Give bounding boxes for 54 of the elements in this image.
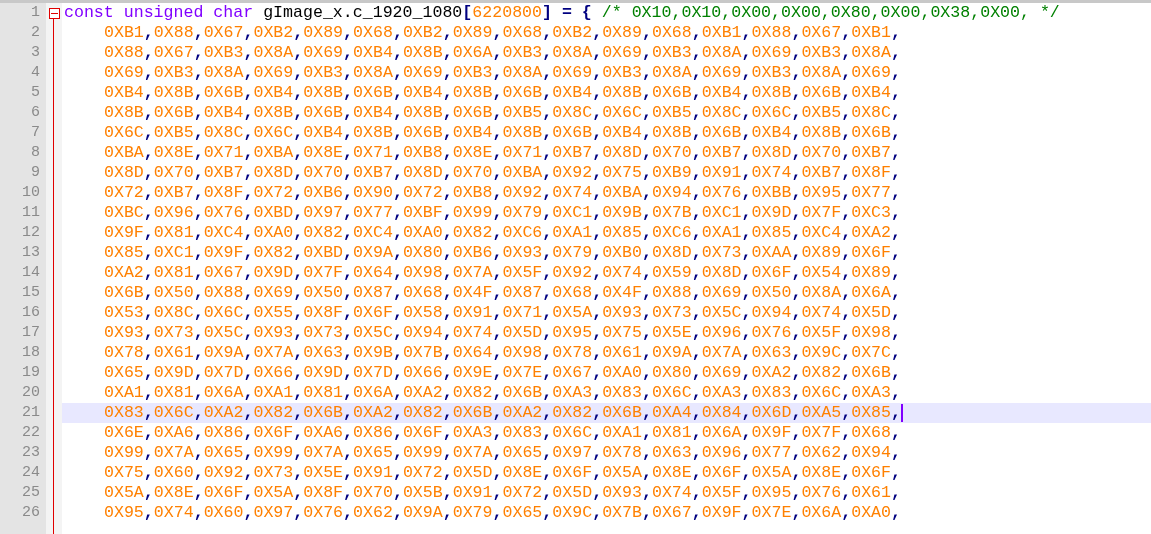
line-number: 17 bbox=[22, 323, 40, 343]
code-line: 0X6E,0XA6,0X86,0X6F,0XA6,0X86,0X6F,0XA3,0X83,0X6C,0XA1,0X81,0X6A,0X9F,0X7F,0X68, bbox=[104, 423, 901, 443]
line-number: 22 bbox=[22, 423, 40, 443]
code-line: 0XBA,0X8E,0X71,0XBA,0X8E,0X71,0XB8,0X8E,0X71,0XB7,0X8D,0X70,0XB7,0X8D,0X70,0XB7, bbox=[104, 143, 901, 163]
code-line: 0X75,0X60,0X92,0X73,0X5E,0X91,0X72,0X5D,0X8E,0X6F,0X5A,0X8E,0X6F,0X5A,0X8E,0X6F, bbox=[104, 463, 901, 483]
code-line: 0XA1,0X81,0X6A,0XA1,0X81,0X6A,0XA2,0X82,0X6B,0XA3,0X83,0X6C,0XA3,0X83,0X6C,0XA3, bbox=[104, 383, 901, 403]
line-number: 2 bbox=[31, 23, 40, 43]
line-number: 21 bbox=[22, 403, 40, 423]
line-number: 11 bbox=[22, 203, 40, 223]
line-number: 13 bbox=[22, 243, 40, 263]
code-line: 0XB1,0X88,0X67,0XB2,0X89,0X68,0XB2,0X89,0X68,0XB2,0X89,0X68,0XB1,0X88,0X67,0XB1, bbox=[104, 23, 901, 43]
code-line: 0XB4,0X8B,0X6B,0XB4,0X8B,0X6B,0XB4,0X8B,0X6B,0XB4,0X8B,0X6B,0XB4,0X8B,0X6B,0XB4, bbox=[104, 83, 901, 103]
code-line: 0X85,0XC1,0X9F,0X82,0XBD,0X9A,0X80,0XB6,0X93,0X79,0XB0,0X8D,0X73,0XAA,0X89,0X6F, bbox=[104, 243, 901, 263]
code-line: 0X99,0X7A,0X65,0X99,0X7A,0X65,0X99,0X7A,0X65,0X97,0X78,0X63,0X96,0X77,0X62,0X94, bbox=[104, 443, 901, 463]
code-line: 0X53,0X8C,0X6C,0X55,0X8F,0X6F,0X58,0X91,0X71,0X5A,0X93,0X73,0X5C,0X94,0X74,0X5D, bbox=[104, 303, 901, 323]
line-number: 9 bbox=[31, 163, 40, 183]
code-line: 0X8D,0X70,0XB7,0X8D,0X70,0XB7,0X8D,0X70,0XBA,0X92,0X75,0XB9,0X91,0X74,0XB7,0X8F, bbox=[104, 163, 901, 183]
line-number: 15 bbox=[22, 283, 40, 303]
line-number: 10 bbox=[22, 183, 40, 203]
code-line: 0X78,0X61,0X9A,0X7A,0X63,0X9B,0X7B,0X64,0X98,0X78,0X61,0X9A,0X7A,0X63,0X9C,0X7C, bbox=[104, 343, 901, 363]
line-number: 1 bbox=[31, 3, 40, 23]
code-line: 0XA2,0X81,0X67,0X9D,0X7F,0X64,0X98,0X7A,0X5F,0X92,0X74,0X59,0X8D,0X6F,0X54,0X89, bbox=[104, 263, 901, 283]
code-line: 0X8B,0X6B,0XB4,0X8B,0X6B,0XB4,0X8B,0X6B,0XB5,0X8C,0X6C,0XB5,0X8C,0X6C,0XB5,0X8C, bbox=[104, 103, 901, 123]
code-line: const unsigned char gImage_x.c_1920_1080[6220800] = { /* 0X10,0X10,0X00,0X00,0X80,0X00,0X38,0X00, */ bbox=[64, 3, 1060, 23]
line-number: 12 bbox=[22, 223, 40, 243]
code-line: 0XBC,0X96,0X76,0XBD,0X97,0X77,0XBF,0X99,0X79,0XC1,0X9B,0X7B,0XC1,0X9D,0X7F,0XC3, bbox=[104, 203, 901, 223]
line-number: 3 bbox=[31, 43, 40, 63]
line-number: 20 bbox=[22, 383, 40, 403]
line-number: 16 bbox=[22, 303, 40, 323]
line-number: 18 bbox=[22, 343, 40, 363]
line-number: 19 bbox=[22, 363, 40, 383]
line-number: 6 bbox=[31, 103, 40, 123]
code-line: 0X69,0XB3,0X8A,0X69,0XB3,0X8A,0X69,0XB3,0X8A,0X69,0XB3,0X8A,0X69,0XB3,0X8A,0X69, bbox=[104, 63, 901, 83]
code-line: 0X65,0X9D,0X7D,0X66,0X9D,0X7D,0X66,0X9E,0X7E,0X67,0XA0,0X80,0X69,0XA2,0X82,0X6B, bbox=[104, 363, 901, 383]
collapse-icon[interactable] bbox=[48, 7, 60, 19]
line-number: 24 bbox=[22, 463, 40, 483]
line-number: 26 bbox=[22, 503, 40, 523]
text-cursor bbox=[901, 404, 903, 422]
code-line: 0X95,0X74,0X60,0X97,0X76,0X62,0X9A,0X79,0X65,0X9C,0X7B,0X67,0X9F,0X7E,0X6A,0XA0, bbox=[104, 503, 901, 523]
code-line: 0X5A,0X8E,0X6F,0X5A,0X8F,0X70,0X5B,0X91,0X72,0X5D,0X93,0X74,0X5F,0X95,0X76,0X61, bbox=[104, 483, 901, 503]
code-line: 0X72,0XB7,0X8F,0X72,0XB6,0X90,0X72,0XB8,0X92,0X74,0XBA,0X94,0X76,0XBB,0X95,0X77, bbox=[104, 183, 901, 203]
code-line: 0X93,0X73,0X5C,0X93,0X73,0X5C,0X94,0X74,0X5D,0X95,0X75,0X5E,0X96,0X76,0X5F,0X98, bbox=[104, 323, 901, 343]
line-number: 25 bbox=[22, 483, 40, 503]
line-number: 4 bbox=[31, 63, 40, 83]
code-line: 0X83,0X6C,0XA2,0X82,0X6B,0XA2,0X82,0X6B,0XA2,0X82,0X6B,0XA4,0X84,0X6D,0XA5,0X85, bbox=[104, 403, 901, 423]
line-number: 23 bbox=[22, 443, 40, 463]
code-line: 0X88,0X67,0XB3,0X8A,0X69,0XB4,0X8B,0X6A,0XB3,0X8A,0X69,0XB3,0X8A,0X69,0XB3,0X8A, bbox=[104, 43, 901, 63]
code-line: 0X6B,0X50,0X88,0X69,0X50,0X87,0X68,0X4F,0X87,0X68,0X4F,0X88,0X69,0X50,0X8A,0X6A, bbox=[104, 283, 901, 303]
line-number: 7 bbox=[31, 123, 40, 143]
line-number: 5 bbox=[31, 83, 40, 103]
line-number: 8 bbox=[31, 143, 40, 163]
code-line: 0X9F,0X81,0XC4,0XA0,0X82,0XC4,0XA0,0X82,0XC6,0XA1,0X85,0XC6,0XA1,0X85,0XC4,0XA2, bbox=[104, 223, 901, 243]
code-line: 0X6C,0XB5,0X8C,0X6C,0XB4,0X8B,0X6B,0XB4,0X8B,0X6B,0XB4,0X8B,0X6B,0XB4,0X8B,0X6B, bbox=[104, 123, 901, 143]
line-number: 14 bbox=[22, 263, 40, 283]
